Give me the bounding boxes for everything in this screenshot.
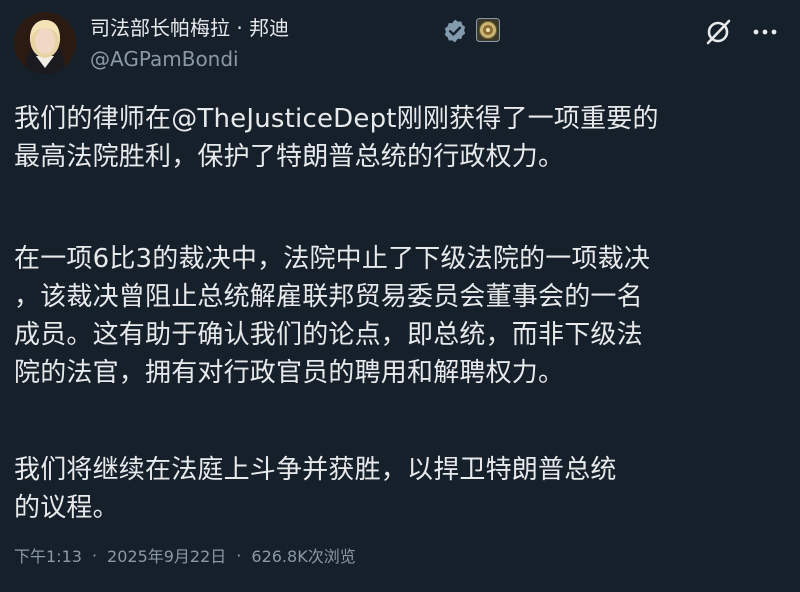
post-paragraph-1: 我们的律师在@TheJusticeDept刚刚获得了一项重要的 最高法院胜利，保… bbox=[14, 104, 659, 172]
more-icon[interactable] bbox=[752, 19, 778, 45]
display-name[interactable]: 司法部长帕梅拉 · 邦迪 bbox=[90, 14, 289, 42]
doj-seal-icon[interactable] bbox=[476, 18, 500, 44]
grok-icon[interactable] bbox=[704, 18, 732, 46]
top-actions bbox=[704, 18, 778, 46]
meta-separator: · bbox=[236, 545, 242, 565]
author-name-block: 司法部长帕梅拉 · 邦迪 @AGPamBondi bbox=[90, 14, 289, 74]
post-time[interactable]: 下午1:13 bbox=[14, 543, 82, 567]
post-paragraph-2: 在一项6比3的裁决中，法院中止了下级法院的一项裁决 ，该裁决曾阻止总统解雇联邦贸… bbox=[14, 244, 651, 388]
post-paragraph-3: 我们将继续在法庭上斗争并获胜，以捍卫特朗普总统 的议程。 bbox=[14, 455, 617, 523]
avatar[interactable] bbox=[14, 12, 76, 74]
verified-icon[interactable] bbox=[442, 18, 468, 44]
view-count[interactable]: 626.8K次浏览 bbox=[251, 543, 355, 567]
meta-separator: · bbox=[91, 545, 98, 565]
post-meta: 下午1:13 · 2025年9月22日 · 626.8K次浏览 bbox=[14, 543, 356, 567]
post-header: 司法部长帕梅拉 · 邦迪 @AGPamBondi bbox=[14, 12, 786, 78]
handle[interactable]: @AGPamBondi bbox=[90, 44, 289, 74]
post-date[interactable]: 2025年9月22日 bbox=[107, 543, 226, 567]
badges bbox=[442, 18, 500, 44]
